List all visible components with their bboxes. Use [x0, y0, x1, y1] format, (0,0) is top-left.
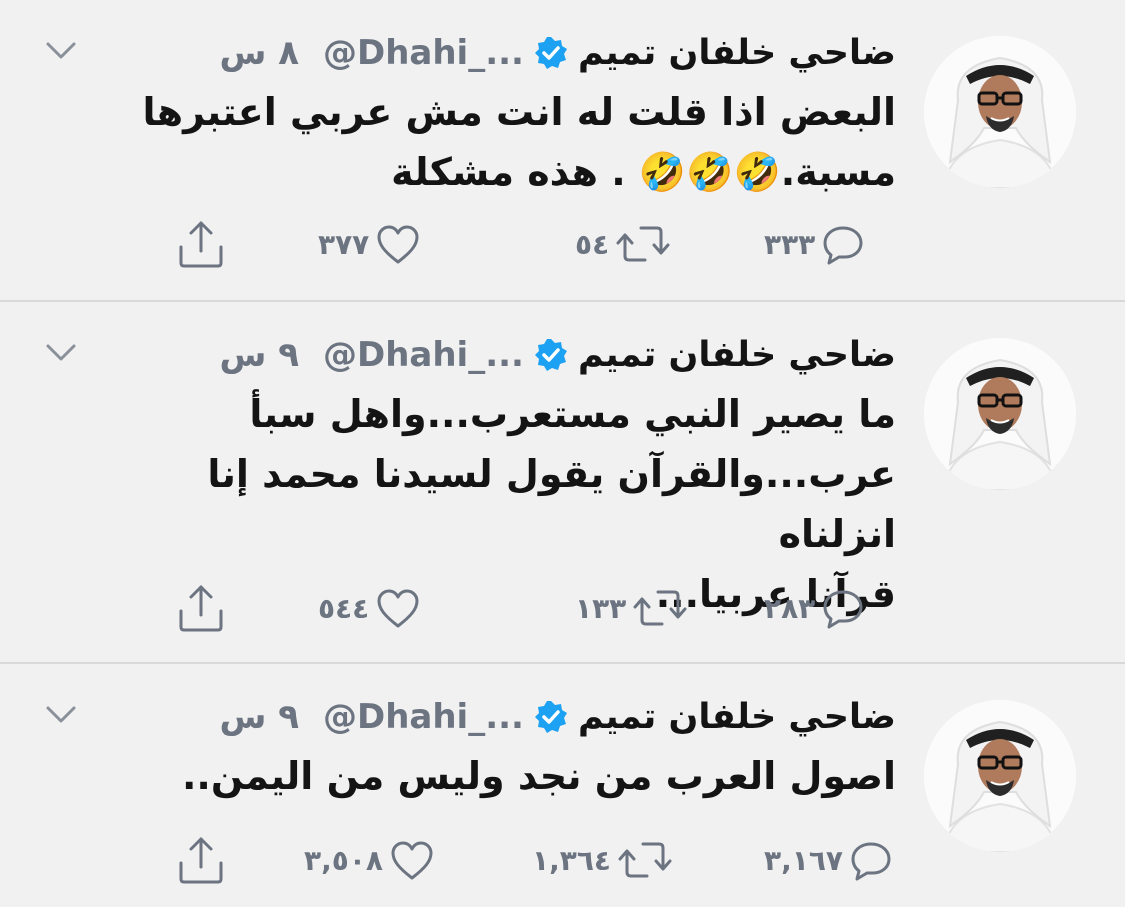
like-button[interactable]: ٣,٥٠٨: [304, 832, 435, 888]
retweet-icon: [618, 842, 672, 878]
tweet-actions: ٣,١٦٧ ١,٣٦٤ ٣,٥٠٨: [0, 832, 1125, 888]
reply-count: ٢٨٣: [764, 591, 816, 625]
display-name[interactable]: ضاحي خلفان تميم: [578, 335, 896, 375]
avatar[interactable]: [924, 36, 1076, 188]
reply-icon: [823, 226, 863, 265]
reply-button[interactable]: ٣,١٦٧: [764, 832, 893, 888]
tweet-text-line: مسبة.🤣🤣🤣 . هذه مشكلة: [391, 150, 896, 194]
tweet-timestamp[interactable]: ٨ س: [219, 33, 299, 73]
reply-icon: [851, 842, 891, 881]
retweet-button[interactable]: ١,٣٦٤: [532, 832, 673, 888]
avatar[interactable]: [924, 700, 1076, 852]
share-icon: [179, 221, 223, 268]
retweet-count: ٥٤: [575, 227, 610, 261]
chevron-down-icon[interactable]: [44, 38, 78, 62]
chevron-down-icon[interactable]: [44, 340, 78, 364]
tweet-timestamp[interactable]: ٩ س: [219, 697, 299, 737]
chevron-down-icon[interactable]: [44, 702, 78, 726]
heart-icon: [377, 225, 419, 264]
tweet-timestamp[interactable]: ٩ س: [219, 335, 299, 375]
verified-badge-icon: [534, 37, 567, 69]
tweet[interactable]: ضاحي خلفان تميم @Dhahi_... ٩ س ما يصير ا…: [0, 302, 1125, 664]
tweet-header: ضاحي خلفان تميم @Dhahi_... ٩ س: [219, 692, 896, 742]
tweet[interactable]: ضاحي خلفان تميم @Dhahi_... ٩ س اصول العر…: [0, 664, 1125, 907]
retweet-button[interactable]: ١٣٣: [575, 580, 688, 636]
retweet-count: ١,٣٦٤: [532, 843, 611, 877]
reply-count: ٣,١٦٧: [764, 843, 843, 877]
reply-icon: [823, 590, 863, 629]
share-button[interactable]: [174, 580, 228, 636]
like-count: ٣٧٧: [318, 227, 370, 261]
heart-icon: [391, 841, 433, 880]
reply-count: ٣٣٣: [764, 227, 816, 261]
tweet-text: اصول العرب من نجد وليس من اليمن..: [96, 746, 896, 806]
tweet-text: البعض اذا قلت له انت مش عربي اعتبرها مسب…: [96, 82, 896, 202]
tweet-header: ضاحي خلفان تميم @Dhahi_... ٨ س: [219, 28, 896, 78]
verified-badge-icon: [534, 339, 567, 371]
share-button[interactable]: [174, 832, 228, 888]
reply-button[interactable]: ٣٣٣: [764, 216, 865, 272]
tweet-actions: ٣٣٣ ٥٤ ٣٧٧: [0, 216, 1125, 272]
display-name[interactable]: ضاحي خلفان تميم: [578, 33, 896, 73]
tweet-header: ضاحي خلفان تميم @Dhahi_... ٩ س: [219, 330, 896, 380]
reply-button[interactable]: ٢٨٣: [764, 580, 865, 636]
user-handle[interactable]: @Dhahi_...: [323, 335, 524, 375]
verified-badge-icon: [534, 701, 567, 733]
share-icon: [179, 585, 223, 632]
tweet-text-line: عرب...والقرآن يقول لسيدنا محمد إنا انزلن…: [207, 452, 896, 556]
retweet-icon: [616, 226, 670, 262]
display-name[interactable]: ضاحي خلفان تميم: [578, 697, 896, 737]
retweet-count: ١٣٣: [575, 591, 627, 625]
share-button[interactable]: [174, 216, 228, 272]
tweet-actions: ٢٨٣ ١٣٣ ٥٤٤: [0, 580, 1125, 636]
user-handle[interactable]: @Dhahi_...: [323, 33, 524, 73]
like-button[interactable]: ٣٧٧: [318, 216, 421, 272]
user-handle[interactable]: @Dhahi_...: [323, 697, 524, 737]
tweet-feed: ضاحي خلفان تميم @Dhahi_... ٨ س البعض اذا…: [0, 0, 1125, 907]
tweet-text-line: ما يصير النبي مستعرب...واهل سبأ: [249, 392, 896, 436]
retweet-button[interactable]: ٥٤: [575, 216, 671, 272]
retweet-icon: [633, 590, 687, 626]
avatar[interactable]: [924, 338, 1076, 490]
share-icon: [179, 837, 223, 884]
tweet-text-line: البعض اذا قلت له انت مش عربي اعتبرها: [142, 90, 896, 134]
like-count: ٥٤٤: [318, 591, 370, 625]
like-button[interactable]: ٥٤٤: [318, 580, 421, 636]
tweet-text-line: اصول العرب من نجد وليس من اليمن..: [181, 754, 896, 798]
heart-icon: [377, 589, 419, 628]
like-count: ٣,٥٠٨: [304, 843, 383, 877]
tweet[interactable]: ضاحي خلفان تميم @Dhahi_... ٨ س البعض اذا…: [0, 0, 1125, 302]
